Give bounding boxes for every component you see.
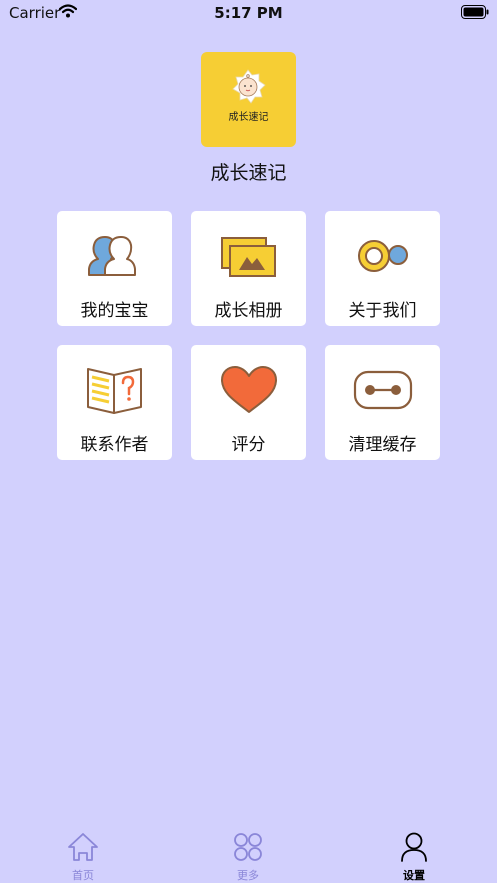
baby-face-icon	[232, 69, 266, 104]
person-icon	[401, 832, 427, 862]
app-name: 成长速记	[210, 162, 287, 184]
tab-label: 更多	[237, 869, 259, 882]
tile-label: 关于我们	[348, 301, 417, 321]
clear-cache-icon	[353, 370, 413, 410]
tile-label: 清理缓存	[348, 435, 417, 455]
tile-label: 我的宝宝	[80, 301, 149, 321]
battery-icon	[461, 5, 489, 19]
rate-tile[interactable]: 评分	[191, 345, 306, 460]
grid-icon	[234, 833, 262, 861]
tab-home[interactable]: 首页	[43, 820, 123, 883]
tab-bar: 首页 更多 设置	[0, 820, 497, 883]
tab-label: 设置	[403, 869, 425, 882]
logo-text: 成长速记	[228, 112, 269, 123]
clock: 5:17 PM	[214, 4, 283, 22]
tile-label: 成长相册	[214, 301, 283, 321]
my-baby-tile[interactable]: 我的宝宝	[57, 211, 172, 326]
tab-label: 首页	[72, 869, 94, 882]
photo-album-icon	[221, 237, 276, 277]
tab-settings[interactable]: 设置	[374, 820, 454, 883]
about-us-tile[interactable]: 关于我们	[325, 211, 440, 326]
tile-label: 评分	[231, 435, 266, 455]
tab-more[interactable]: 更多	[208, 820, 288, 883]
users-icon	[88, 236, 136, 276]
book-question-icon	[87, 368, 142, 414]
home-icon	[68, 833, 98, 861]
tile-label: 联系作者	[80, 435, 149, 455]
app-logo: 成长速记	[201, 52, 296, 147]
status-bar: Carrier 5:17 PM	[0, 0, 497, 26]
toggle-icon	[358, 240, 408, 272]
clear-cache-tile[interactable]: 清理缓存	[325, 345, 440, 460]
contact-author-tile[interactable]: 联系作者	[57, 345, 172, 460]
growth-album-tile[interactable]: 成长相册	[191, 211, 306, 326]
heart-icon	[221, 366, 277, 413]
